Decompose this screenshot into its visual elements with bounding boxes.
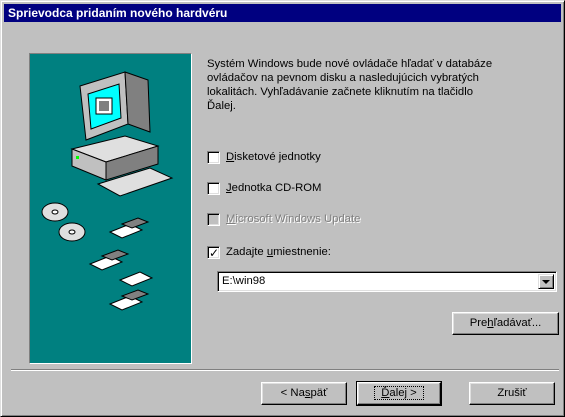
windows-update-checkbox bbox=[207, 212, 220, 226]
specify-location-option[interactable]: ✓ Zadajte umiestnenie: bbox=[207, 244, 331, 260]
location-value[interactable]: E:\win98 bbox=[222, 275, 265, 287]
next-button[interactable]: Ďalej > bbox=[356, 381, 442, 406]
cdrom-drive-option[interactable]: Jednotka CD-ROM bbox=[207, 180, 321, 196]
cdrom-drive-label: Jednotka CD-ROM bbox=[226, 182, 322, 194]
checkmark-icon: ✓ bbox=[209, 245, 220, 260]
intro-line: Systém Windows bude nové ovládače hľadať… bbox=[207, 58, 493, 70]
intro-text: Systém Windows bude nové ovládače hľadať… bbox=[207, 57, 561, 113]
intro-line: ovládačov na pevnom disku a nasledujúcic… bbox=[207, 72, 479, 84]
specify-location-checkbox[interactable]: ✓ bbox=[207, 245, 220, 260]
separator bbox=[11, 369, 559, 371]
wizard-illustration bbox=[29, 53, 192, 364]
cdrom-drive-checkbox[interactable] bbox=[207, 181, 220, 195]
floppy-drives-option[interactable]: Disketové jednotky bbox=[207, 149, 321, 165]
location-combobox[interactable]: E:\win98 bbox=[217, 271, 557, 292]
window-title: Sprievodca pridaním nového hardvéru bbox=[8, 6, 228, 20]
add-hardware-wizard-window: Sprievodca pridaním nového hardvéru Syst… bbox=[0, 0, 565, 417]
title-bar: Sprievodca pridaním nového hardvéru bbox=[4, 4, 561, 22]
back-button[interactable]: < Naspäť bbox=[261, 382, 347, 405]
focus-rect: Ďalej > bbox=[374, 386, 424, 400]
intro-line: lokalitách. Vyhľadávanie začnete kliknut… bbox=[207, 86, 473, 98]
windows-update-option: Microsoft Windows Update bbox=[207, 211, 360, 227]
floppy-drives-checkbox[interactable] bbox=[207, 150, 220, 164]
windows-update-label: Microsoft Windows Update bbox=[226, 213, 361, 225]
floppy-drives-label: Disketové jednotky bbox=[226, 151, 321, 163]
dropdown-arrow-icon[interactable] bbox=[538, 274, 554, 289]
cancel-button[interactable]: Zrušiť bbox=[469, 382, 555, 405]
specify-location-label: Zadajte umiestnenie: bbox=[226, 246, 331, 258]
browse-button[interactable]: Prehľadávať... bbox=[452, 312, 559, 335]
intro-line: Ďalej. bbox=[207, 100, 236, 112]
